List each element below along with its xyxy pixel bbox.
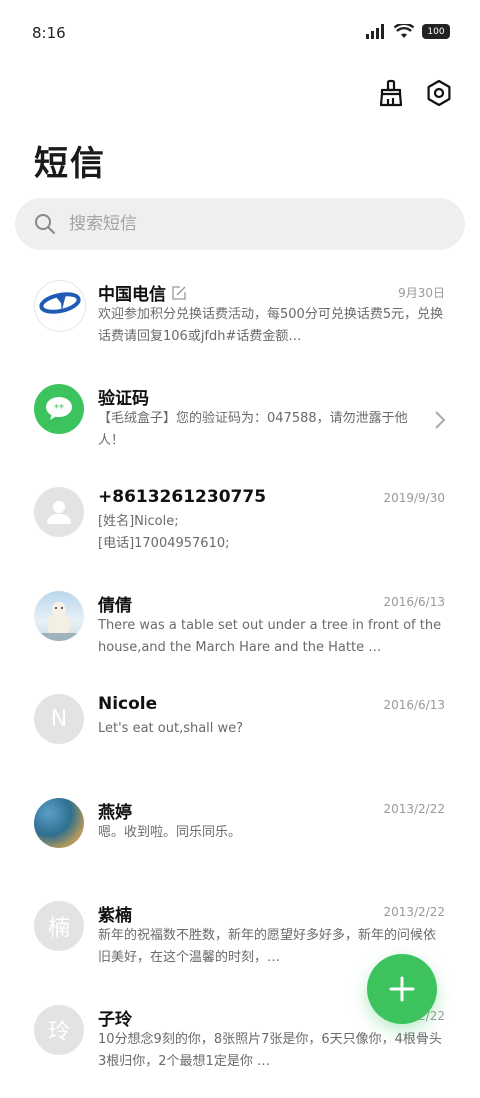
sender-name: Nicole xyxy=(98,694,157,714)
message-sender: Nicole xyxy=(98,694,157,714)
add-icon xyxy=(389,976,415,1002)
clean-button[interactable] xyxy=(376,78,406,108)
message-date: 9月30日 xyxy=(398,284,445,301)
status-icons: 100 xyxy=(366,24,450,39)
message-preview: [姓名]Nicole; [电话]17004957610; xyxy=(98,511,448,555)
message-preview: There was a table set out under a tree i… xyxy=(98,615,448,659)
message-sender: 中国电信 xyxy=(98,280,186,305)
search-icon xyxy=(33,212,57,236)
person-icon xyxy=(45,498,73,526)
message-date: 2013/2/22 xyxy=(383,905,445,919)
message-preview: 欢迎参加积分兑换话费活动，每500分可兑换话费5元，兑换话费请回复106或jfd… xyxy=(98,304,448,348)
settings-button[interactable] xyxy=(424,78,454,108)
message-sender: 倩倩 xyxy=(98,591,132,616)
chat-bubble-icon: ** xyxy=(44,396,74,422)
search-bar[interactable] xyxy=(15,198,465,250)
message-item[interactable]: +8613261230775 2019/9/30 [姓名]Nicole; [电话… xyxy=(0,477,480,581)
avatar: 玲 xyxy=(34,1005,84,1055)
message-item[interactable]: N Nicole 2016/6/13 Let's eat out,shall w… xyxy=(0,684,480,788)
header-actions xyxy=(376,78,454,108)
battery-icon: 100 xyxy=(422,24,450,39)
status-time: 8:16 xyxy=(32,24,66,42)
message-date: 2016/6/13 xyxy=(383,698,445,712)
message-preview: 【毛绒盒子】您的验证码为：047588，请勿泄露于他人！ xyxy=(98,408,418,452)
chevron-right-icon xyxy=(434,410,446,430)
search-input[interactable] xyxy=(67,213,431,235)
message-item[interactable]: ** 验证码 【毛绒盒子】您的验证码为：047588，请勿泄露于他人！ xyxy=(0,374,480,478)
avatar xyxy=(34,280,86,332)
message-sender: 子玲 xyxy=(98,1005,132,1030)
polar-bear-photo xyxy=(34,591,84,641)
message-item[interactable]: 倩倩 2016/6/13 There was a table set out u… xyxy=(0,581,480,685)
message-date: 2019/9/30 xyxy=(383,491,445,505)
avatar: 楠 xyxy=(34,901,84,951)
message-item[interactable]: 中国电信 9月30日 欢迎参加积分兑换话费活动，每500分可兑换话费5元，兑换话… xyxy=(0,270,480,374)
avatar xyxy=(34,591,84,641)
sender-name: 紫楠 xyxy=(98,901,132,926)
sender-name: +8613261230775 xyxy=(98,487,266,507)
svg-text:**: ** xyxy=(54,403,64,414)
avatar: ** xyxy=(34,384,84,434)
telecom-logo-icon xyxy=(37,283,83,329)
signal-icon xyxy=(366,24,386,39)
message-date: 2016/6/13 xyxy=(383,595,445,609)
settings-icon xyxy=(425,79,453,107)
message-item[interactable]: 燕婷 2013/2/22 嗯。收到啦。同乐同乐。 xyxy=(0,788,480,892)
sender-name: 子玲 xyxy=(98,1005,132,1030)
page-title: 短信 xyxy=(34,136,106,185)
message-sender: 验证码 xyxy=(98,384,149,409)
avatar xyxy=(34,798,84,848)
message-sender: +8613261230775 xyxy=(98,487,266,507)
message-preview: Let's eat out,shall we? xyxy=(98,718,448,740)
message-date: 2013/2/22 xyxy=(383,802,445,816)
new-message-button[interactable] xyxy=(367,954,437,1024)
status-bar: 8:16 100 xyxy=(0,0,480,70)
message-sender: 燕婷 xyxy=(98,798,132,823)
message-sender: 紫楠 xyxy=(98,901,132,926)
message-preview: 嗯。收到啦。同乐同乐。 xyxy=(98,822,448,844)
sender-name: 倩倩 xyxy=(98,591,132,616)
sender-name: 验证码 xyxy=(98,384,149,409)
message-preview: 10分想念9刻的你，8张照片7张是你，6天只像你，4根骨头3根归你，2个最想1定… xyxy=(98,1029,448,1073)
wifi-icon xyxy=(394,24,414,39)
avatar xyxy=(34,487,84,537)
avatar: N xyxy=(34,694,84,744)
edit-icon xyxy=(172,286,186,300)
sender-name: 燕婷 xyxy=(98,798,132,823)
clean-icon xyxy=(378,79,404,107)
sender-name: 中国电信 xyxy=(98,280,166,305)
